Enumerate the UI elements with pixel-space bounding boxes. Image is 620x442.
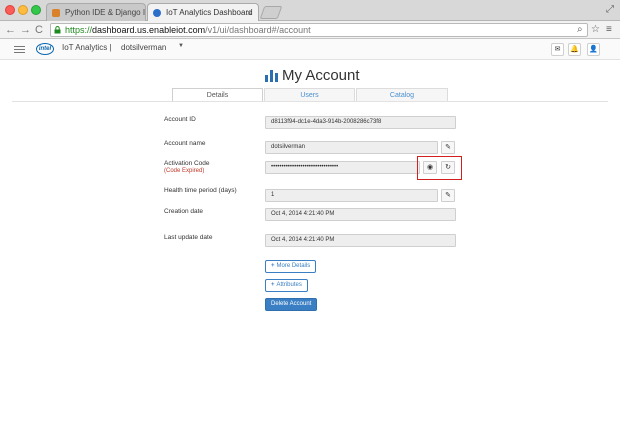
edit-account-name-button[interactable]: ✎ bbox=[441, 141, 455, 154]
tab-users[interactable]: Users bbox=[264, 88, 355, 102]
creation-date-field: Oct 4, 2014 4:21:40 PM bbox=[265, 208, 456, 221]
app-header: intel IoT Analytics | dotsilverman ▼ ✉ 🔔… bbox=[0, 39, 620, 60]
window-close-button[interactable] bbox=[5, 5, 15, 15]
plus-icon: + bbox=[271, 282, 275, 288]
browser-tab-title: Python IDE & Django IDE f bbox=[65, 8, 146, 17]
iot-favicon-icon bbox=[153, 9, 161, 17]
hamburger-menu-icon[interactable] bbox=[14, 46, 25, 53]
search-icon[interactable]: ⌕ bbox=[577, 23, 583, 37]
browser-toolbar: ← → C https://dashboard.us.enableiot.com… bbox=[0, 21, 620, 39]
mail-icon[interactable]: ✉ bbox=[551, 43, 564, 56]
last-update-label: Last update date bbox=[164, 234, 213, 241]
tab-close-icon[interactable]: × bbox=[247, 4, 252, 21]
tab-catalog[interactable]: Catalog bbox=[356, 88, 448, 102]
url-path: /v1/ui/dashboard#/account bbox=[205, 25, 311, 35]
health-time-field[interactable]: 1 bbox=[265, 189, 438, 202]
fullscreen-icon[interactable]: ⤢ bbox=[606, 4, 614, 15]
user-icon[interactable]: 👤 bbox=[587, 43, 600, 56]
creation-date-label: Creation date bbox=[164, 208, 204, 215]
back-arrow-icon[interactable]: ← bbox=[5, 22, 16, 38]
tab-details[interactable]: Details bbox=[172, 88, 263, 102]
window-minimize-button[interactable] bbox=[18, 5, 28, 15]
account-tabs: Details Users Catalog bbox=[172, 88, 448, 102]
health-time-label: Health time period (days) bbox=[164, 187, 237, 194]
browser-tab-title: IoT Analytics Dashboard bbox=[166, 8, 253, 17]
bar-chart-icon bbox=[265, 70, 279, 82]
more-details-label: More Details bbox=[276, 263, 311, 269]
last-update-field: Oct 4, 2014 4:21:40 PM bbox=[265, 234, 456, 247]
account-id-field[interactable]: d8113f94-dc1e-4da3-914b-2008286c73f8 bbox=[265, 116, 456, 129]
chevron-down-icon[interactable]: ▼ bbox=[178, 43, 184, 49]
bell-icon[interactable]: 🔔 bbox=[568, 43, 581, 56]
lock-icon bbox=[54, 26, 61, 34]
browser-menu-icon[interactable]: ≡ bbox=[606, 23, 612, 37]
code-expired-label: (Code Expired) bbox=[164, 168, 205, 174]
delete-account-button[interactable]: Delete Account bbox=[265, 298, 318, 311]
forward-arrow-icon[interactable]: → bbox=[20, 22, 31, 38]
tabs-divider bbox=[12, 101, 608, 102]
account-name-field[interactable]: dotsilverman bbox=[265, 141, 438, 154]
url-scheme: https:// bbox=[65, 25, 93, 35]
plus-icon: + bbox=[271, 263, 275, 269]
browser-tabstrip: Python IDE & Django IDE f IoT Analytics … bbox=[0, 0, 620, 21]
account-name-label: Account name bbox=[164, 140, 206, 147]
reload-icon[interactable]: C bbox=[35, 22, 43, 38]
bookmark-star-icon[interactable]: ☆ bbox=[591, 23, 600, 37]
attributes-label: Attributes bbox=[276, 282, 302, 288]
activation-code-label: Activation Code bbox=[164, 160, 210, 167]
more-details-button[interactable]: + More Details bbox=[265, 260, 317, 273]
pencil-icon: ✎ bbox=[445, 192, 451, 199]
url-host: dashboard.us.enableiot.com bbox=[92, 25, 206, 35]
pencil-icon: ✎ bbox=[445, 144, 451, 151]
user-menu-name[interactable]: dotsilverman bbox=[121, 43, 166, 52]
window-zoom-button[interactable] bbox=[31, 5, 41, 15]
address-bar[interactable]: https://dashboard.us.enableiot.com/v1/ui… bbox=[50, 23, 588, 37]
activation-code-field[interactable]: •••••••••••••••••••••••••••••••• bbox=[265, 161, 420, 174]
browser-tab-iot-dashboard[interactable]: IoT Analytics Dashboard × bbox=[147, 3, 259, 21]
attributes-button[interactable]: + Attributes bbox=[265, 279, 308, 292]
browser-tab-pycharm[interactable]: Python IDE & Django IDE f bbox=[46, 3, 146, 21]
account-id-label: Account ID bbox=[164, 116, 196, 123]
page-title: My Account bbox=[282, 67, 360, 84]
app-title: IoT Analytics | bbox=[62, 43, 112, 52]
highlight-annotation-box bbox=[417, 156, 462, 180]
pycharm-favicon-icon bbox=[52, 9, 60, 17]
intel-logo[interactable]: intel bbox=[36, 43, 54, 55]
new-tab-button[interactable] bbox=[259, 6, 283, 19]
edit-health-time-button[interactable]: ✎ bbox=[441, 189, 455, 202]
